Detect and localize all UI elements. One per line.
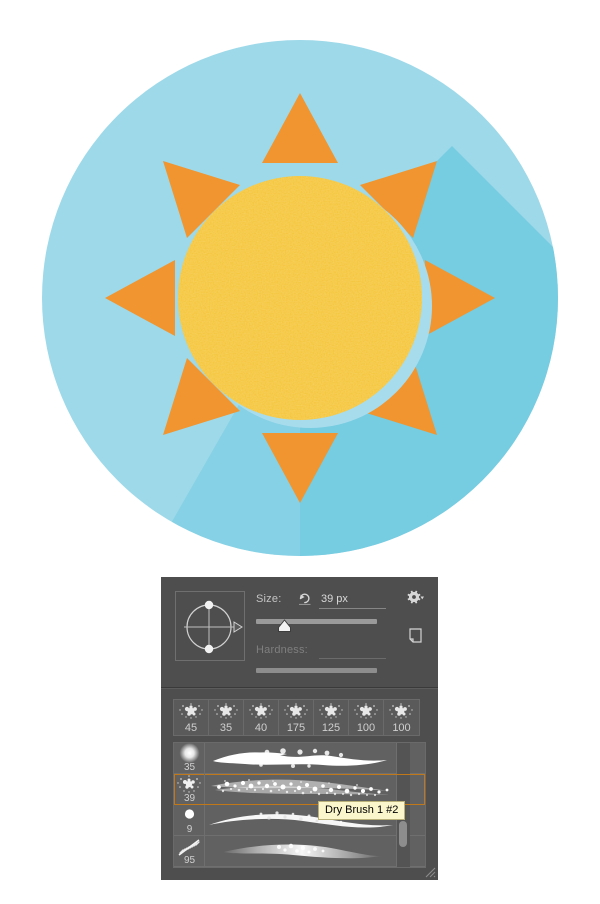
brush-preset-strip[interactable]: 45 35 40 175 125 100 100: [173, 699, 420, 736]
preset-cell[interactable]: 100: [349, 700, 384, 735]
spatter-brush-thumb-icon: [318, 702, 345, 720]
size-field-underline: [319, 608, 386, 609]
angle-roundness-icon: [184, 600, 243, 654]
brush-angle-roundness-widget[interactable]: [175, 591, 245, 661]
spatter-brush-thumb-icon: [283, 702, 310, 720]
spatter-glyph: [354, 703, 378, 719]
new-preset-icon[interactable]: [409, 628, 423, 643]
size-label: Size:: [256, 593, 282, 605]
spatter-brush-thumb-icon: [388, 702, 415, 720]
spatter-glyph: [179, 703, 203, 719]
spatter-brush-thumb-icon: [178, 702, 205, 720]
hardness-field-underline: [319, 658, 386, 659]
stroke-glyph: [213, 748, 387, 768]
spatter-glyph: [214, 703, 238, 719]
brush-panel[interactable]: Size: 39 px Hardness: 45 35 40 175 125 1…: [161, 577, 438, 880]
reset-arrow-icon[interactable]: [297, 591, 313, 607]
gear-glyph: [407, 590, 424, 604]
stroke-glyph: [211, 779, 391, 797]
brush-options-section: Size: 39 px Hardness:: [161, 577, 438, 689]
preset-size-label: 100: [392, 722, 411, 734]
preset-size-label: 45: [184, 722, 198, 734]
dry-brush-stroke-preview: [205, 774, 425, 804]
preset-size-label: 35: [219, 722, 233, 734]
brush-size-label: 35: [183, 762, 196, 773]
section-divider: [161, 687, 438, 689]
preset-cell[interactable]: 40: [244, 700, 279, 735]
stroke-glyph: [223, 843, 381, 859]
size-value-field[interactable]: 39 px: [321, 593, 389, 605]
rough-wide-stroke-preview: [205, 743, 425, 773]
sun-illustration: [0, 0, 600, 570]
preset-size-label: 40: [254, 722, 268, 734]
soft-blended-stroke-preview: [205, 836, 425, 866]
spatter-glyph: [284, 703, 308, 719]
preset-cell[interactable]: 45: [174, 700, 209, 735]
hardness-slider[interactable]: [256, 668, 377, 673]
resize-grip-icon[interactable]: [422, 864, 436, 878]
preset-size-label: 125: [321, 722, 341, 734]
scrollbar-thumb[interactable]: [399, 821, 407, 847]
gear-icon[interactable]: [407, 590, 425, 606]
new-preset-glyph: [409, 628, 422, 643]
brush-size-label: 9: [186, 824, 193, 835]
spatter-brush-thumb-icon: [213, 702, 240, 720]
brush-name-tooltip: Dry Brush 1 #2: [318, 801, 406, 820]
preset-cell[interactable]: 100: [384, 700, 419, 735]
preset-size-label: 175: [286, 722, 306, 734]
resize-grip-glyph: [425, 867, 436, 878]
table-row[interactable]: 35: [174, 743, 425, 774]
size-slider-thumb[interactable]: [277, 619, 292, 633]
brush-size-label: 39: [183, 793, 196, 804]
spatter-brush-thumb-icon: [353, 702, 380, 720]
spatter-glyph: [319, 703, 343, 719]
preset-cell[interactable]: 35: [209, 700, 244, 735]
size-slider[interactable]: [256, 619, 377, 624]
hardness-label: Hardness:: [256, 644, 308, 656]
slider-thumb-glyph: [278, 619, 291, 632]
preset-cell[interactable]: 125: [314, 700, 349, 735]
spatter-brush-thumb-icon: [248, 702, 275, 720]
table-row[interactable]: 95: [174, 836, 425, 867]
preset-size-label: 100: [356, 722, 376, 734]
reset-arrow-glyph: [299, 593, 311, 605]
sun-illustration-svg: [42, 40, 558, 556]
spatter-glyph: [389, 703, 413, 719]
sun-body-overlay: [178, 176, 422, 420]
brush-size-label: 95: [183, 855, 196, 866]
preset-cell[interactable]: 175: [279, 700, 314, 735]
spatter-glyph: [249, 703, 273, 719]
